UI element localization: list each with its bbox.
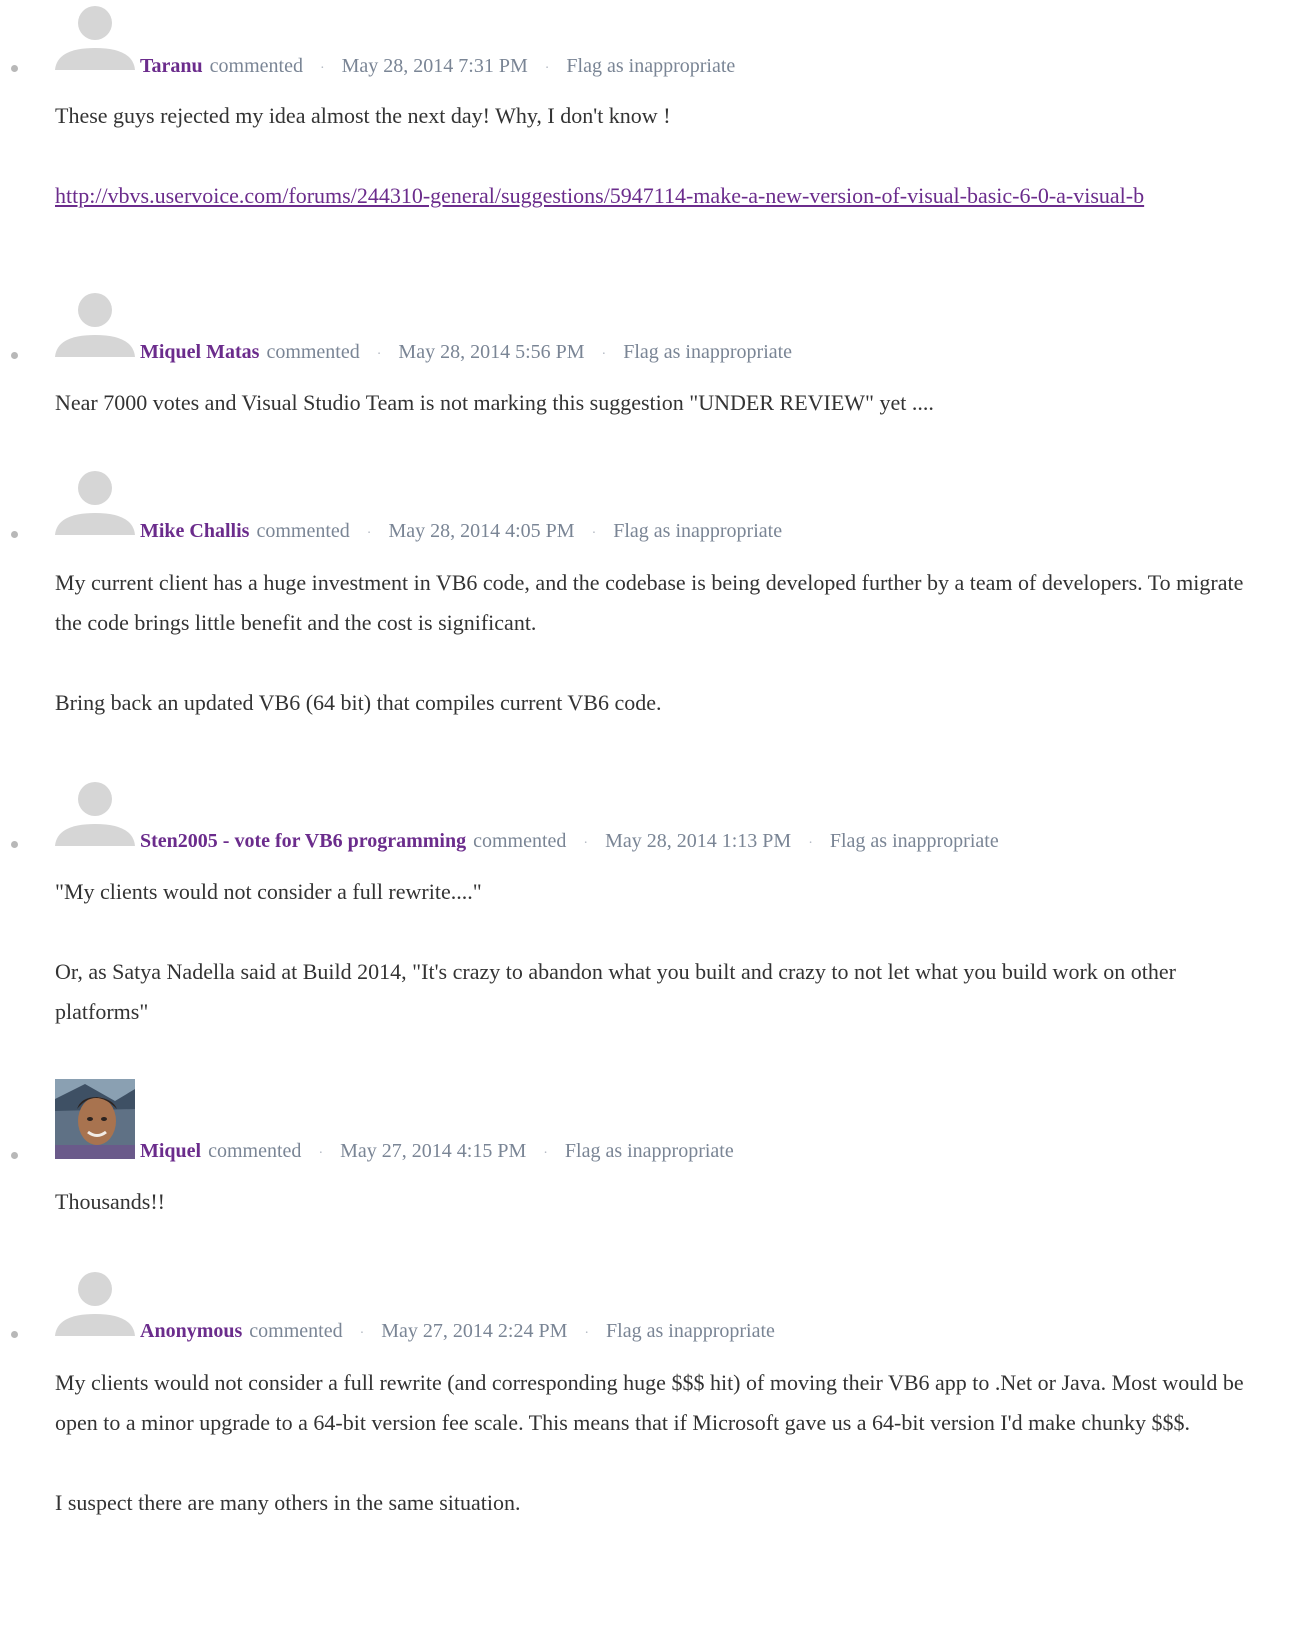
comment-paragraph: Or, as Satya Nadella said at Build 2014,… — [55, 959, 1176, 1024]
separator-dot: · — [601, 347, 607, 362]
author-link[interactable]: Miquel — [140, 1140, 201, 1162]
flag-inappropriate-link[interactable]: Flag as inappropriate — [830, 830, 999, 852]
comment-body: My current client has a huge investment … — [55, 563, 1255, 723]
comment-body: Near 7000 votes and Visual Studio Team i… — [55, 383, 1255, 423]
commented-label: commented — [208, 1140, 302, 1162]
commented-label: commented — [473, 830, 567, 852]
flag-inappropriate-link[interactable]: Flag as inappropriate — [623, 341, 792, 363]
separator-dot: · — [376, 347, 382, 362]
separator-dot: · — [808, 836, 813, 851]
separator-dot: · — [319, 61, 325, 76]
default-avatar-icon — [55, 0, 135, 70]
author-link[interactable]: Sten2005 - vote for VB6 programming — [140, 830, 466, 852]
commented-label: commented — [266, 341, 360, 363]
comment-header: Sten2005 - vote for VB6 programming comm… — [140, 829, 999, 856]
comment-header: Anonymous commented · May 27, 2014 2:24 … — [140, 1319, 775, 1346]
bullet — [11, 531, 18, 538]
comment-header: Miquel commented · May 27, 2014 4:15 PM … — [140, 1139, 734, 1166]
comment-header: Mike Challis commented · May 28, 2014 4:… — [140, 519, 782, 546]
default-avatar-icon — [55, 1256, 135, 1336]
author-link[interactable]: Taranu — [140, 55, 203, 77]
flag-inappropriate-link[interactable]: Flag as inappropriate — [606, 1320, 775, 1342]
separator-dot: · — [366, 526, 372, 541]
author-link[interactable]: Mike Challis — [140, 520, 249, 542]
comment-header: Miquel Matas commented · May 28, 2014 5:… — [140, 340, 792, 367]
commented-label: commented — [256, 520, 350, 542]
comment-paragraph: These guys rejected my idea almost the n… — [55, 103, 671, 128]
separator-dot: · — [359, 1326, 365, 1341]
bullet — [11, 1152, 18, 1159]
commented-label: commented — [249, 1320, 343, 1342]
comment-paragraph: Bring back an updated VB6 (64 bit) that … — [55, 690, 662, 715]
comment-paragraph: My clients would not consider a full rew… — [55, 1370, 1244, 1435]
comment-date: May 28, 2014 7:31 PM — [341, 55, 528, 77]
comment-body: These guys rejected my idea almost the n… — [55, 96, 1255, 216]
comment-body: "My clients would not consider a full re… — [55, 872, 1255, 1032]
bullet — [11, 1331, 18, 1338]
separator-dot: · — [583, 836, 589, 851]
bullet — [11, 352, 18, 359]
comment-body: Thousands!! — [55, 1182, 1255, 1222]
comment-date: May 28, 2014 4:05 PM — [388, 520, 575, 542]
flag-inappropriate-link[interactable]: Flag as inappropriate — [565, 1140, 734, 1162]
separator-dot: · — [591, 526, 597, 541]
commented-label: commented — [209, 55, 303, 77]
default-avatar-icon — [55, 277, 135, 357]
user-photo-avatar — [55, 1079, 135, 1159]
comment-paragraph: My current client has a huge investment … — [55, 570, 1244, 635]
comment-paragraph: "My clients would not consider a full re… — [55, 879, 482, 904]
default-avatar-icon — [55, 455, 135, 535]
separator-dot: · — [318, 1146, 324, 1161]
comment-date: May 28, 2014 1:13 PM — [605, 830, 792, 852]
flag-inappropriate-link[interactable]: Flag as inappropriate — [566, 55, 735, 77]
comment-date: May 28, 2014 5:56 PM — [398, 341, 585, 363]
default-avatar-icon — [55, 766, 135, 846]
flag-inappropriate-link[interactable]: Flag as inappropriate — [613, 520, 782, 542]
author-link[interactable]: Anonymous — [140, 1320, 242, 1342]
comment-link[interactable]: http://vbvs.uservoice.com/forums/244310-… — [55, 183, 1144, 208]
separator-dot: · — [544, 61, 550, 76]
separator-dot: · — [543, 1146, 548, 1161]
comment-date: May 27, 2014 4:15 PM — [340, 1140, 527, 1162]
comment-body: My clients would not consider a full rew… — [55, 1363, 1255, 1523]
comment-paragraph: I suspect there are many others in the s… — [55, 1490, 521, 1515]
comment-paragraph: Thousands!! — [55, 1189, 165, 1214]
comment-header: Taranu commented · May 28, 2014 7:31 PM … — [140, 54, 735, 81]
comment-paragraph: Near 7000 votes and Visual Studio Team i… — [55, 390, 934, 415]
author-link[interactable]: Miquel Matas — [140, 341, 259, 363]
separator-dot: · — [584, 1326, 590, 1341]
comment-date: May 27, 2014 2:24 PM — [381, 1320, 568, 1342]
bullet — [11, 65, 18, 72]
bullet — [11, 841, 18, 848]
